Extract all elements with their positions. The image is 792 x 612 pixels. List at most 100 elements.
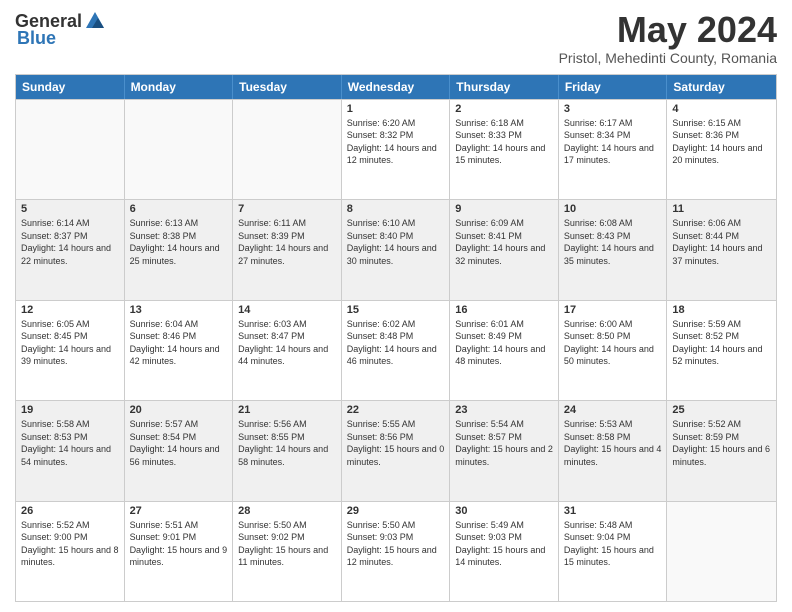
cell-info: Sunrise: 6:06 AM Sunset: 8:44 PM Dayligh… [672,217,771,267]
day-number: 20 [130,404,228,416]
cal-cell: 13 Sunrise: 6:04 AM Sunset: 8:46 PM Dayli… [125,301,234,400]
day-number: 12 [21,304,119,316]
cell-info: Sunrise: 6:17 AM Sunset: 8:34 PM Dayligh… [564,117,662,167]
day-number: 11 [672,203,771,215]
cell-info: Sunrise: 6:09 AM Sunset: 8:41 PM Dayligh… [455,217,553,267]
logo: General Blue [15,10,106,49]
cell-info: Sunrise: 6:11 AM Sunset: 8:39 PM Dayligh… [238,217,336,267]
day-number: 8 [347,203,445,215]
month-title: May 2024 [559,10,777,50]
day-number: 4 [672,103,771,115]
day-number: 25 [672,404,771,416]
day-number: 22 [347,404,445,416]
day-number: 3 [564,103,662,115]
cell-info: Sunrise: 6:13 AM Sunset: 8:38 PM Dayligh… [130,217,228,267]
cal-cell: 3 Sunrise: 6:17 AM Sunset: 8:34 PM Daylig… [559,100,668,199]
day-number: 18 [672,304,771,316]
cell-info: Sunrise: 5:51 AM Sunset: 9:01 PM Dayligh… [130,519,228,569]
day-number: 24 [564,404,662,416]
day-number: 30 [455,505,553,517]
title-section: May 2024 Pristol, Mehedinti County, Roma… [559,10,777,66]
day-number: 1 [347,103,445,115]
header-friday: Friday [559,75,668,99]
cal-cell: 20Sunrise: 5:57 AM Sunset: 8:54 PM Dayli… [125,401,234,500]
day-number: 17 [564,304,662,316]
cal-cell: 17Sunrise: 6:00 AM Sunset: 8:50 PM Dayli… [559,301,668,400]
cal-cell: 5 Sunrise: 6:14 AM Sunset: 8:37 PM Daylig… [16,200,125,299]
cal-cell: 23Sunrise: 5:54 AM Sunset: 8:57 PM Dayli… [450,401,559,500]
cal-week-4: 26 Sunrise: 5:52 AM Sunset: 9:00 PM Dayli… [16,501,776,601]
cal-cell [125,100,234,199]
cal-week-0: 1 Sunrise: 6:20 AM Sunset: 8:32 PM Daylig… [16,99,776,199]
cal-cell: 26 Sunrise: 5:52 AM Sunset: 9:00 PM Dayli… [16,502,125,601]
day-number: 7 [238,203,336,215]
logo-icon [84,10,106,32]
day-number: 29 [347,505,445,517]
calendar-body: 1 Sunrise: 6:20 AM Sunset: 8:32 PM Daylig… [16,99,776,601]
cal-cell: 11 Sunrise: 6:06 AM Sunset: 8:44 PM Dayli… [667,200,776,299]
location: Pristol, Mehedinti County, Romania [559,50,777,66]
cal-cell: 22 Sunrise: 5:55 AM Sunset: 8:56 PM Dayli… [342,401,451,500]
cell-info: Sunrise: 6:20 AM Sunset: 8:32 PM Dayligh… [347,117,445,167]
cell-info: Sunrise: 5:52 AM Sunset: 8:59 PM Dayligh… [672,418,771,468]
calendar-header: Sunday Monday Tuesday Wednesday Thursday… [16,75,776,99]
logo-blue: Blue [17,28,56,49]
cell-info: Sunrise: 5:50 AM Sunset: 9:03 PM Dayligh… [347,519,445,569]
cal-cell [233,100,342,199]
cal-cell: 25 Sunrise: 5:52 AM Sunset: 8:59 PM Dayli… [667,401,776,500]
day-number: 27 [130,505,228,517]
day-number: 15 [347,304,445,316]
cal-cell: 10 Sunrise: 6:08 AM Sunset: 8:43 PM Dayli… [559,200,668,299]
calendar: Sunday Monday Tuesday Wednesday Thursday… [15,74,777,602]
cell-info: Sunrise: 5:52 AM Sunset: 9:00 PM Dayligh… [21,519,119,569]
cal-cell: 9Sunrise: 6:09 AM Sunset: 8:41 PM Daylig… [450,200,559,299]
cal-cell: 18 Sunrise: 5:59 AM Sunset: 8:52 PM Dayli… [667,301,776,400]
day-number: 26 [21,505,119,517]
cell-info: Sunrise: 5:59 AM Sunset: 8:52 PM Dayligh… [672,318,771,368]
header-monday: Monday [125,75,234,99]
cal-week-3: 19Sunrise: 5:58 AM Sunset: 8:53 PM Dayli… [16,400,776,500]
header-tuesday: Tuesday [233,75,342,99]
cal-week-1: 5 Sunrise: 6:14 AM Sunset: 8:37 PM Daylig… [16,199,776,299]
cal-cell: 4Sunrise: 6:15 AM Sunset: 8:36 PM Daylig… [667,100,776,199]
cal-week-2: 12 Sunrise: 6:05 AM Sunset: 8:45 PM Dayli… [16,300,776,400]
cal-cell [16,100,125,199]
day-number: 5 [21,203,119,215]
cell-info: Sunrise: 5:48 AM Sunset: 9:04 PM Dayligh… [564,519,662,569]
day-number: 21 [238,404,336,416]
cell-info: Sunrise: 5:55 AM Sunset: 8:56 PM Dayligh… [347,418,445,468]
cal-cell: 16 Sunrise: 6:01 AM Sunset: 8:49 PM Dayli… [450,301,559,400]
cell-info: Sunrise: 6:14 AM Sunset: 8:37 PM Dayligh… [21,217,119,267]
cal-cell: 15Sunrise: 6:02 AM Sunset: 8:48 PM Dayli… [342,301,451,400]
cell-info: Sunrise: 5:50 AM Sunset: 9:02 PM Dayligh… [238,519,336,569]
cal-cell: 31 Sunrise: 5:48 AM Sunset: 9:04 PM Dayli… [559,502,668,601]
cal-cell: 8 Sunrise: 6:10 AM Sunset: 8:40 PM Daylig… [342,200,451,299]
day-number: 14 [238,304,336,316]
cell-info: Sunrise: 6:01 AM Sunset: 8:49 PM Dayligh… [455,318,553,368]
cell-info: Sunrise: 6:08 AM Sunset: 8:43 PM Dayligh… [564,217,662,267]
day-number: 19 [21,404,119,416]
day-number: 10 [564,203,662,215]
header: General Blue May 2024 Pristol, Mehedinti… [15,10,777,66]
cal-cell: 14 Sunrise: 6:03 AM Sunset: 8:47 PM Dayli… [233,301,342,400]
cal-cell: 19Sunrise: 5:58 AM Sunset: 8:53 PM Dayli… [16,401,125,500]
cell-info: Sunrise: 6:18 AM Sunset: 8:33 PM Dayligh… [455,117,553,167]
page: General Blue May 2024 Pristol, Mehedinti… [0,0,792,612]
day-number: 13 [130,304,228,316]
cell-info: Sunrise: 6:05 AM Sunset: 8:45 PM Dayligh… [21,318,119,368]
cal-cell: 6 Sunrise: 6:13 AM Sunset: 8:38 PM Daylig… [125,200,234,299]
day-number: 6 [130,203,228,215]
cell-info: Sunrise: 6:04 AM Sunset: 8:46 PM Dayligh… [130,318,228,368]
cal-cell: 2 Sunrise: 6:18 AM Sunset: 8:33 PM Daylig… [450,100,559,199]
day-number: 2 [455,103,553,115]
day-number: 31 [564,505,662,517]
cal-cell: 21 Sunrise: 5:56 AM Sunset: 8:55 PM Dayli… [233,401,342,500]
cell-info: Sunrise: 6:10 AM Sunset: 8:40 PM Dayligh… [347,217,445,267]
cell-info: Sunrise: 6:03 AM Sunset: 8:47 PM Dayligh… [238,318,336,368]
cal-cell: 7 Sunrise: 6:11 AM Sunset: 8:39 PM Daylig… [233,200,342,299]
cal-cell: 1 Sunrise: 6:20 AM Sunset: 8:32 PM Daylig… [342,100,451,199]
header-thursday: Thursday [450,75,559,99]
cell-info: Sunrise: 5:56 AM Sunset: 8:55 PM Dayligh… [238,418,336,468]
cal-cell: 27 Sunrise: 5:51 AM Sunset: 9:01 PM Dayli… [125,502,234,601]
day-number: 16 [455,304,553,316]
